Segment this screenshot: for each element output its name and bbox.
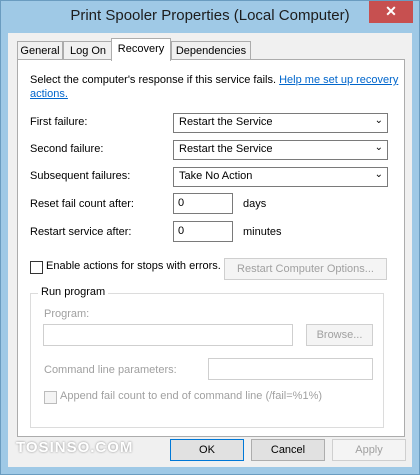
reset-count-label: Reset fail count after: [30,198,134,210]
restart-computer-options-button[interactable]: Restart Computer Options... [224,258,387,280]
tab-dependencies[interactable]: Dependencies [171,41,251,60]
second-failure-label: Second failure: [30,143,104,155]
dialog-window: Print Spooler Properties (Local Computer… [0,0,420,475]
chevron-down-icon: ⌄ [374,142,383,153]
title-bar: Print Spooler Properties (Local Computer… [1,1,419,33]
browse-button[interactable]: Browse... [306,324,373,346]
first-failure-value: Restart the Service [179,116,273,128]
subsequent-failures-label: Subsequent failures: [30,170,131,182]
second-failure-value: Restart the Service [179,143,273,155]
intro-text: Select the computer's response if this s… [30,74,399,86]
enable-actions-checkbox[interactable] [30,261,43,274]
restart-service-value: 0 [178,225,185,237]
run-program-title: Run program [38,286,109,298]
apply-button[interactable]: Apply [332,439,406,461]
dialog-client-area: General Log On Recovery Dependencies Sel… [8,33,412,467]
subsequent-failures-select[interactable]: Take No Action ⌄ [173,167,388,187]
params-input[interactable] [208,358,373,380]
restart-service-unit: minutes [243,226,282,238]
help-link-part2[interactable]: actions. [30,88,68,100]
watermark: TOSINSO.COM [16,439,134,456]
append-fail-count-checkbox[interactable] [44,391,57,404]
recovery-panel: Select the computer's response if this s… [17,59,405,437]
help-link-part1[interactable]: Help me set up recovery [279,74,398,86]
cancel-button[interactable]: Cancel [251,439,325,461]
restart-service-input[interactable]: 0 [173,221,233,242]
restart-service-label: Restart service after: [30,226,132,238]
chevron-down-icon: ⌄ [374,169,383,180]
reset-count-input[interactable]: 0 [173,193,233,214]
tab-recovery[interactable]: Recovery [111,38,171,61]
program-label: Program: [44,308,90,320]
params-label: Command line parameters: [44,364,177,376]
first-failure-select[interactable]: Restart the Service ⌄ [173,113,388,133]
first-failure-label: First failure: [30,116,88,128]
reset-count-value: 0 [178,197,185,209]
append-fail-count-label: Append fail count to end of command line… [60,390,323,402]
ok-button[interactable]: OK [170,439,244,461]
window-title: Print Spooler Properties (Local Computer… [70,7,350,24]
second-failure-select[interactable]: Restart the Service ⌄ [173,140,388,160]
program-input[interactable] [43,324,293,346]
tab-log-on[interactable]: Log On [63,41,113,60]
close-button[interactable]: ✕ [369,1,413,23]
chevron-down-icon: ⌄ [374,115,383,126]
subsequent-failures-value: Take No Action [179,170,253,182]
enable-actions-label: Enable actions for stops with errors. [46,260,221,272]
tab-general[interactable]: General [17,41,63,60]
reset-count-unit: days [243,198,267,210]
